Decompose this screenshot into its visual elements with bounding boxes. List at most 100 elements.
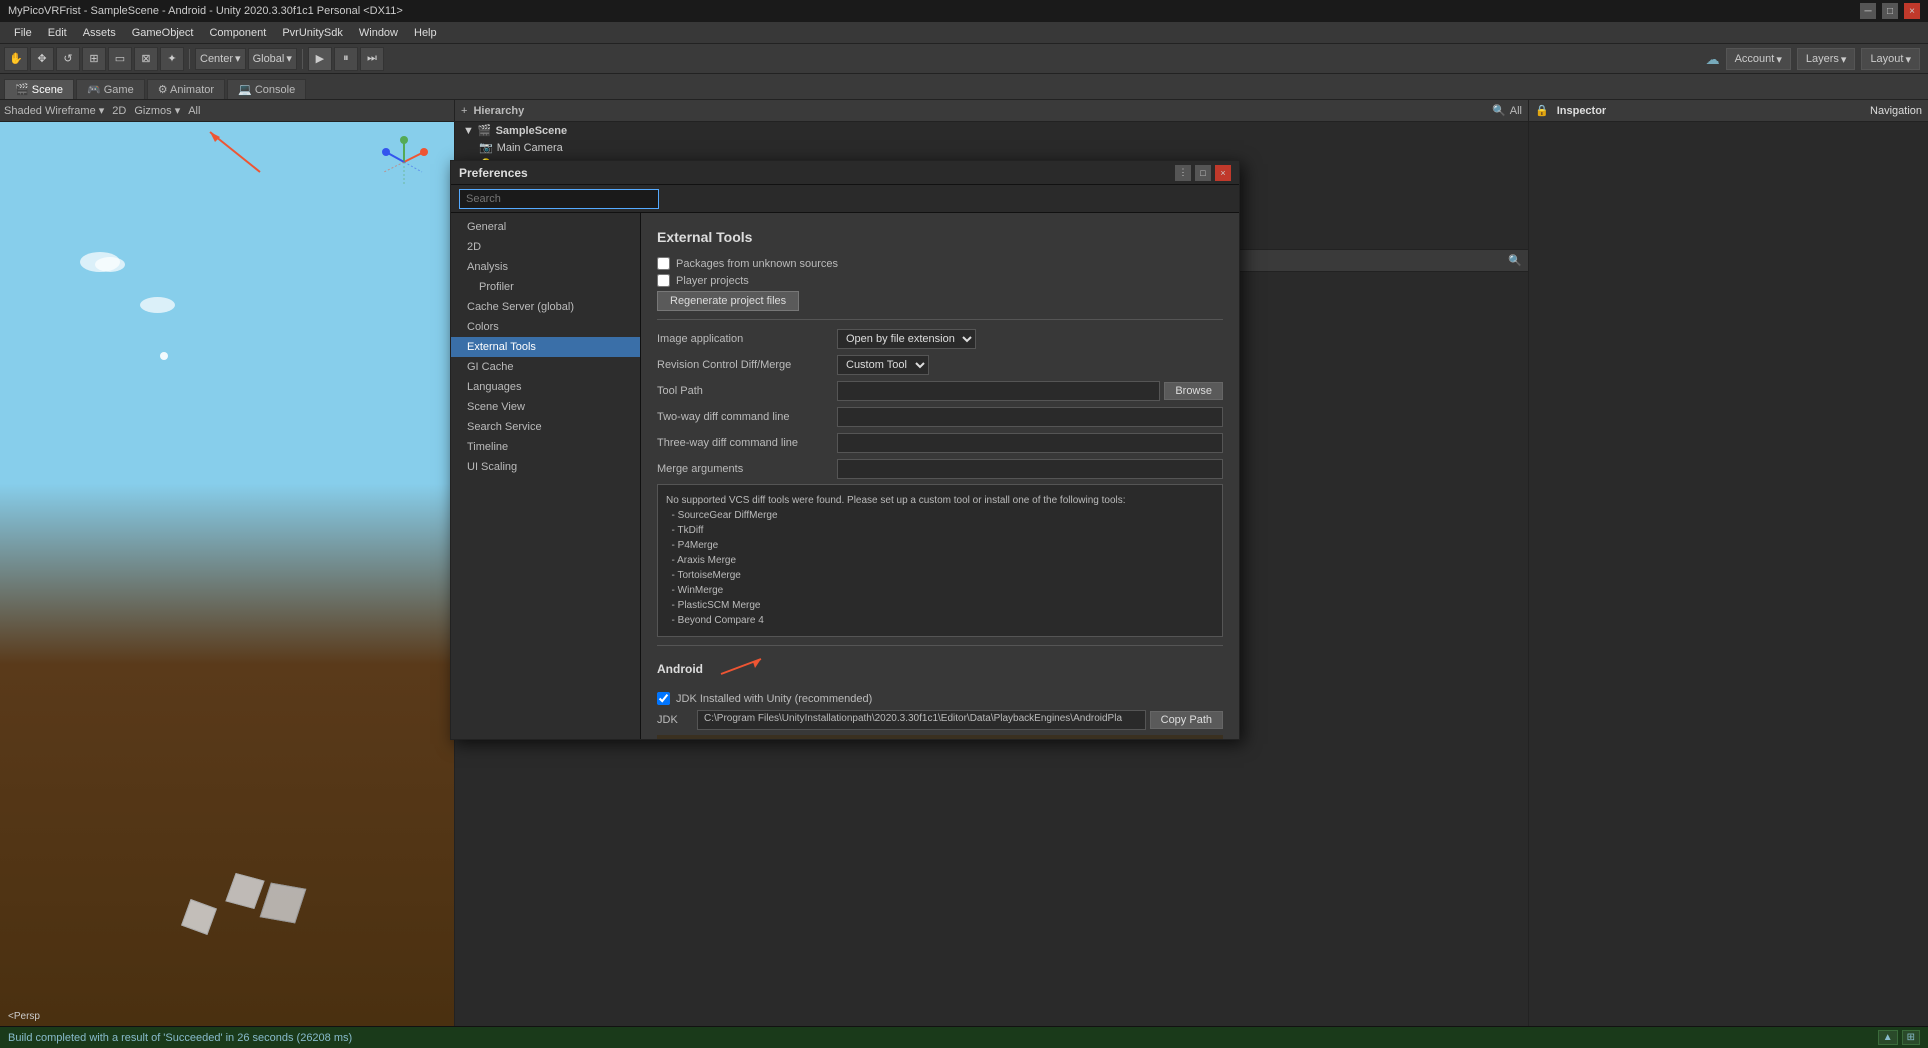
tabs-row: 🎬 Scene 🎮 Game ⚙ Animator 💻 Console [0,74,1928,100]
revision-control-row: Revision Control Diff/Merge Custom Tool [657,354,1223,376]
scene-icon: 🎬 [15,84,29,96]
hierarchy-item-maincamera[interactable]: 📷 Main Camera [471,139,1528,156]
pref-search-input[interactable] [459,189,659,209]
revision-control-label: Revision Control Diff/Merge [657,359,837,371]
menu-pvrunity[interactable]: PvrUnitySdk [274,25,351,41]
player-projects-row: Player projects [657,274,1223,287]
pause-button[interactable]: ⏸ [334,47,358,71]
account-button[interactable]: Account ▾ [1726,48,1791,70]
jdk-path-field: C:\Program Files\UnityInstallationpath\2… [697,710,1146,730]
hierarchy-add-btn[interactable]: + [461,105,467,117]
tab-scene[interactable]: 🎬 Scene [4,79,74,99]
toolbar-transform-tool[interactable]: ⊠ [134,47,158,71]
toolbar-custom-tool[interactable]: ✦ [160,47,184,71]
center-dropdown[interactable]: Center ▾ [195,48,246,70]
annotation-arrow-1 [200,122,400,182]
global-dropdown[interactable]: Global ▾ [248,48,297,70]
hierarchy-item-samplescene[interactable]: ▼ 🎬 SampleScene [455,122,1528,139]
toolbar-rect-tool[interactable]: ▭ [108,47,132,71]
navigation-label: Navigation [1870,105,1922,117]
menu-component[interactable]: Component [201,25,274,41]
pref-close-btn[interactable]: × [1215,165,1231,181]
window-controls: ─ □ × [1860,3,1920,19]
close-button[interactable]: × [1904,3,1920,19]
pref-nav-external-tools[interactable]: External Tools [451,337,640,357]
pref-nav-2d[interactable]: 2D [451,237,640,257]
center-label: Center [200,53,233,65]
pref-nav-profiler[interactable]: Profiler [451,277,640,297]
tab-game-label: Game [104,84,134,96]
pref-nav-languages[interactable]: Languages [451,377,640,397]
layers-button[interactable]: Layers ▾ [1797,48,1856,70]
pref-nav-ui-scaling[interactable]: UI Scaling [451,457,640,477]
menu-help[interactable]: Help [406,25,445,41]
toolbar-hand-tool[interactable]: ✋ [4,47,28,71]
scene-tab-bar: Shaded Wireframe ▾ 2D Gizmos ▾ All [0,100,454,122]
menu-edit[interactable]: Edit [40,25,75,41]
two-way-diff-row: Two-way diff command line [657,406,1223,428]
tool-path-row: Tool Path Browse [657,380,1223,402]
two-way-diff-input[interactable] [837,407,1223,427]
cloud-3 [140,297,175,313]
status-expand-btn[interactable]: ⊞ [1902,1030,1920,1045]
collab-icon: ☁ [1706,51,1720,68]
scene-panel: Shaded Wireframe ▾ 2D Gizmos ▾ All [0,100,455,1026]
pref-nav-colors[interactable]: Colors [451,317,640,337]
scene-2d-label: 2D [112,105,126,117]
toolbar-scale-tool[interactable]: ⊞ [82,47,106,71]
minimize-button[interactable]: ─ [1860,3,1876,19]
gizmos-dropdown[interactable]: Gizmos ▾ [134,104,180,117]
menu-assets[interactable]: Assets [75,25,124,41]
revision-control-select[interactable]: Custom Tool [837,355,929,375]
pref-nav-timeline[interactable]: Timeline [451,437,640,457]
tab-animator[interactable]: ⚙ Animator [147,79,225,99]
tool-path-browse-btn[interactable]: Browse [1164,382,1223,400]
three-way-diff-input[interactable] [837,433,1223,453]
menu-file[interactable]: File [6,25,40,41]
tab-console[interactable]: 💻 Console [227,79,306,99]
cube-scene-2 [260,883,307,924]
layers-chevron: ▾ [1841,53,1847,66]
status-collapse-btn[interactable]: ▲ [1878,1030,1898,1045]
two-way-diff-label: Two-way diff command line [657,411,837,423]
scene-all-label: All [188,105,200,117]
pref-nav-analysis[interactable]: Analysis [451,257,640,277]
toolbar-rotate-tool[interactable]: ↺ [56,47,80,71]
toolbar: ✋ ✥ ↺ ⊞ ▭ ⊠ ✦ Center ▾ Global ▾ ▶ ⏸ ⏭ ☁ … [0,44,1928,74]
pref-sidebar: General 2D Analysis Profiler Cache Serve… [451,213,641,739]
hierarchy-expand-icon: ▼ [463,125,474,137]
pref-more-btn[interactable]: ⋮ [1175,165,1191,181]
camera-icon-h: 📷 [479,141,493,154]
pref-nav-scene-view[interactable]: Scene View [451,397,640,417]
toolbar-move-tool[interactable]: ✥ [30,47,54,71]
menu-window[interactable]: Window [351,25,406,41]
pref-maximize-btn[interactable]: □ [1195,165,1211,181]
player-projects-checkbox[interactable] [657,274,670,287]
maximize-button[interactable]: □ [1882,3,1898,19]
pref-nav-gi-cache[interactable]: GI Cache [451,357,640,377]
hierarchy-all-label: All [1510,105,1522,117]
jdk-copy-btn[interactable]: Copy Path [1150,711,1223,729]
merge-arguments-input[interactable] [837,459,1223,479]
jdk-checkbox[interactable] [657,692,670,705]
pref-nav-search-service[interactable]: Search Service [451,417,640,437]
shaded-wireframe-label: Shaded Wireframe ▾ [4,104,104,117]
hierarchy-header: + Hierarchy 🔍 All [455,100,1528,122]
cube-scene-3 [181,899,217,935]
tool-path-input[interactable] [837,381,1160,401]
android-annotation-arrow [711,654,771,684]
toolbar-sep2 [302,49,303,69]
step-button[interactable]: ⏭ [360,47,384,71]
image-application-select[interactable]: Open by file extension [837,329,976,349]
status-icons: ▲ ⊞ [1878,1030,1920,1045]
pref-nav-cache[interactable]: Cache Server (global) [451,297,640,317]
inspector-lock-icon: 🔒 [1535,104,1549,117]
regenerate-btn[interactable]: Regenerate project files [657,291,799,311]
pref-nav-general[interactable]: General [451,217,640,237]
tab-game[interactable]: 🎮 Game [76,79,145,99]
title-text: MyPicoVRFrist - SampleScene - Android - … [8,5,403,17]
packages-unknown-checkbox[interactable] [657,257,670,270]
layout-button[interactable]: Layout ▾ [1861,48,1920,70]
menu-gameobject[interactable]: GameObject [124,25,202,41]
play-button[interactable]: ▶ [308,47,332,71]
